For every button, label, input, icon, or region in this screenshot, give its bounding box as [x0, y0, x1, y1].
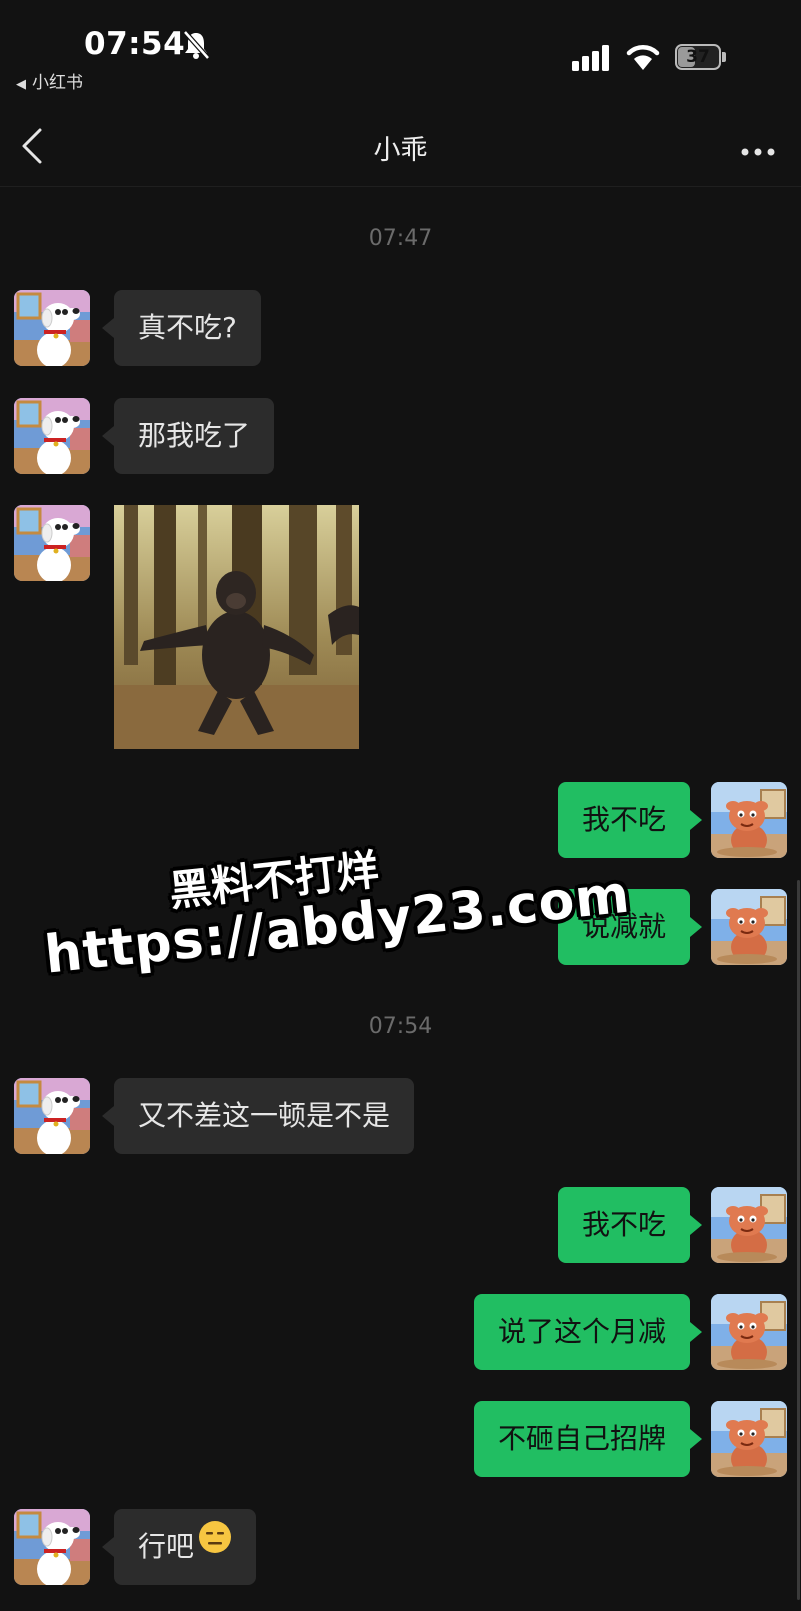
- chat-header: 小乖: [0, 110, 801, 187]
- incoming-message[interactable]: 真不吃?: [102, 290, 261, 366]
- outgoing-message[interactable]: 我不吃: [557, 1187, 703, 1263]
- incoming-message[interactable]: 那我吃了: [101, 398, 275, 474]
- incoming-message[interactable]: 行吧: [101, 1507, 257, 1585]
- outgoing-message[interactable]: 我不吃: [557, 782, 703, 858]
- contact-avatar[interactable]: [14, 505, 90, 581]
- chat-title: 小乖: [373, 135, 428, 166]
- user-avatar[interactable]: [711, 1401, 787, 1477]
- outgoing-message[interactable]: 说了这个月减: [473, 1294, 703, 1370]
- contact-avatar[interactable]: [14, 1078, 90, 1154]
- contact-avatar[interactable]: [14, 290, 90, 366]
- timestamp: 07:47: [368, 226, 433, 251]
- gorilla-image-message[interactable]: [114, 505, 359, 749]
- back-app-label: 小红书: [32, 73, 83, 93]
- wifi-icon: [626, 40, 660, 76]
- back-to-app-link[interactable]: ◀ 小红书: [16, 68, 83, 93]
- incoming-message-text: 行吧: [138, 1530, 195, 1563]
- battery-level: 37: [686, 47, 710, 67]
- outgoing-message[interactable]: 不砸自己招牌: [473, 1401, 703, 1477]
- status-time: 07:54: [84, 26, 186, 62]
- user-avatar[interactable]: [711, 782, 787, 858]
- user-avatar[interactable]: [711, 1294, 787, 1370]
- contact-avatar[interactable]: [14, 1509, 90, 1585]
- expressionless-face-icon: [198, 1507, 232, 1583]
- contact-avatar[interactable]: [14, 398, 90, 474]
- incoming-message[interactable]: 又不差这一顿是不是: [101, 1078, 415, 1154]
- signal-icon: [572, 45, 612, 77]
- bell-off-icon: [183, 30, 210, 64]
- back-triangle-icon: ◀: [16, 77, 26, 92]
- timestamp: 07:54: [368, 1014, 433, 1039]
- user-avatar[interactable]: [711, 1187, 787, 1263]
- more-dots-icon[interactable]: [740, 142, 776, 161]
- status-bar: 07:54 ◀ 小红书 37: [0, 0, 801, 110]
- user-avatar[interactable]: [711, 889, 787, 965]
- scrollbar[interactable]: [797, 880, 800, 1600]
- battery-icon: 37: [675, 44, 729, 72]
